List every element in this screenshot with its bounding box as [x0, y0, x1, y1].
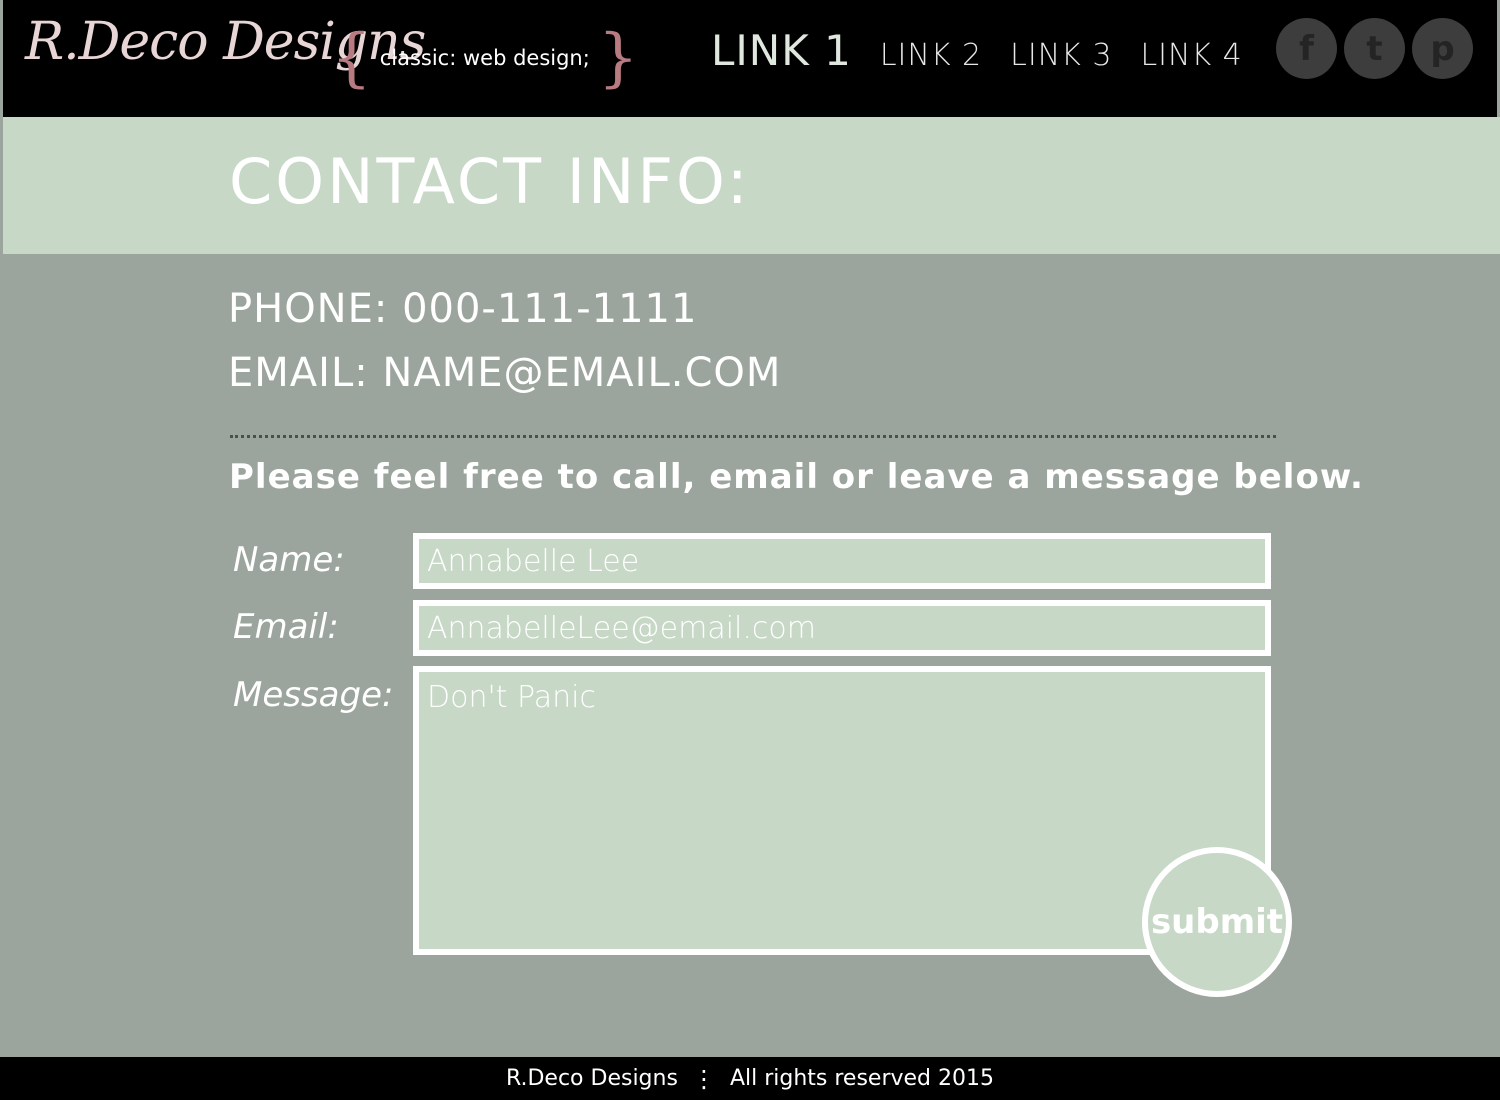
- nav-link-2[interactable]: LINK 2: [880, 38, 982, 73]
- footer-separator-icon: ⋮: [691, 1064, 716, 1093]
- footer-brand: R.Deco Designs: [505, 1066, 678, 1091]
- footer-rights: All rights reserved 2015: [729, 1066, 994, 1091]
- message-label: Message:: [233, 675, 394, 715]
- email-input[interactable]: [413, 600, 1271, 656]
- intro-text: Please feel free to call, email or leave…: [229, 457, 1364, 497]
- page-title: CONTACT INFO:: [229, 145, 751, 218]
- tagline: { classic: web design; }: [331, 22, 639, 94]
- social-links: f t p: [1276, 18, 1480, 79]
- nav-link-3[interactable]: LINK 3: [1010, 38, 1112, 73]
- right-brace-icon: }: [597, 21, 639, 95]
- email-label: Email:: [233, 607, 339, 647]
- submit-button[interactable]: submit: [1142, 847, 1292, 997]
- email-address: EMAIL: NAME@EMAIL.COM: [228, 350, 782, 396]
- title-band: CONTACT INFO:: [3, 117, 1500, 254]
- dotted-divider: [230, 435, 1276, 438]
- main-nav: LINK 1 LINK 2 LINK 3 LINK 4: [711, 26, 1271, 82]
- name-label: Name:: [233, 540, 345, 580]
- contact-page: R.Deco Designs { classic: web design; } …: [0, 0, 1500, 1100]
- left-brace-icon: {: [331, 21, 372, 95]
- facebook-icon[interactable]: f: [1276, 18, 1337, 79]
- site-footer: R.Deco Designs ⋮ All rights reserved 201…: [0, 1057, 1500, 1100]
- pinterest-icon[interactable]: p: [1412, 18, 1473, 79]
- twitter-icon[interactable]: t: [1344, 18, 1405, 79]
- tagline-text: classic: web design;: [379, 46, 590, 70]
- phone-number: PHONE: 000-111-1111: [228, 286, 698, 332]
- name-input[interactable]: [413, 533, 1271, 589]
- nav-link-4[interactable]: LINK 4: [1140, 38, 1242, 73]
- site-header: R.Deco Designs { classic: web design; } …: [3, 0, 1497, 117]
- nav-link-1[interactable]: LINK 1: [711, 26, 852, 75]
